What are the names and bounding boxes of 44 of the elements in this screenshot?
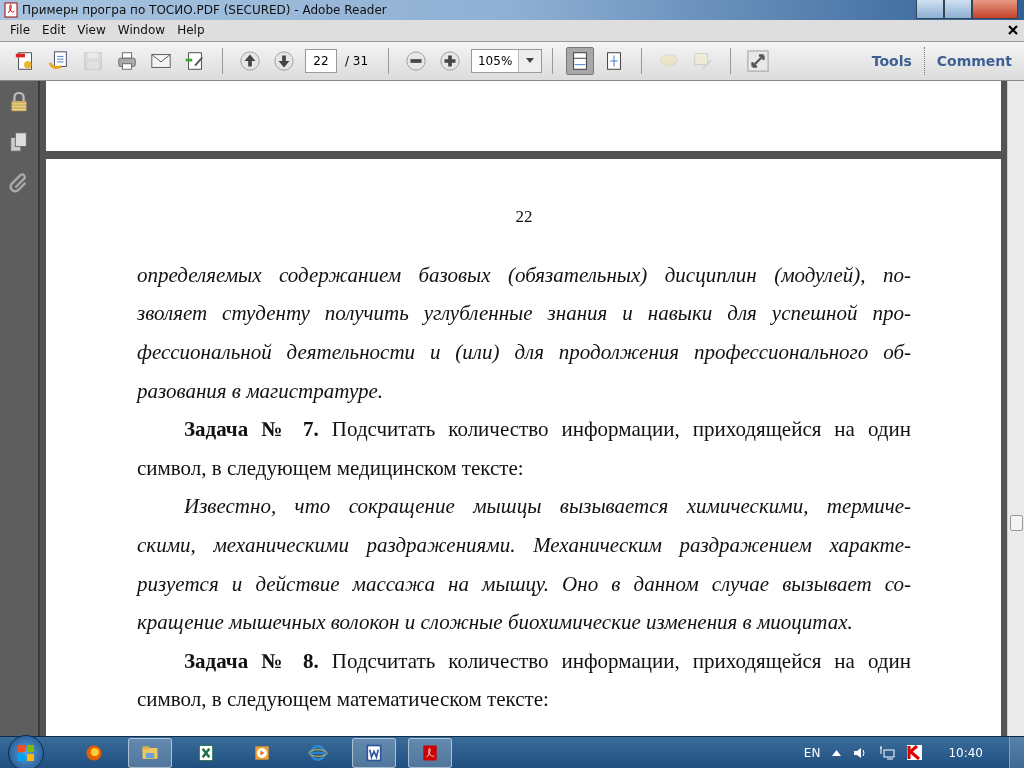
zoom-in-icon [439, 49, 462, 72]
menu-item[interactable]: Window [111, 23, 172, 38]
zoom-dropdown[interactable]: 105% [471, 48, 543, 73]
menu-item[interactable]: File [4, 23, 37, 38]
scroll-thumb[interactable] [1010, 514, 1023, 531]
pane-link[interactable]: Tools [859, 52, 924, 69]
caret-icon[interactable] [832, 749, 842, 756]
start-button[interactable] [8, 734, 44, 768]
clock[interactable]: 10:40 [948, 745, 983, 760]
minimize-button[interactable] [916, 0, 944, 19]
paragraph: Известно, что сокращение мышцы вызывается химическими, термиче- скими, механическими раздражениями. Механическим раздражением характе- ризуется и действие массажа на мышцу. Оно в данном случае вызывает со- кращение мышечных волокон и сложные биохимические изменения в миоцитах. [137, 493, 911, 637]
taskbar-button[interactable] [128, 737, 172, 768]
pages-icon[interactable] [8, 130, 30, 153]
taskbar-button[interactable] [408, 737, 452, 768]
menu-item[interactable]: Help [171, 23, 211, 38]
language-indicator[interactable]: EN [803, 745, 821, 760]
page-number: 22 [514, 206, 534, 227]
document-w-icon [364, 742, 384, 763]
pane-link[interactable]: Comment [924, 52, 1024, 69]
expand-arrows-icon [747, 49, 770, 72]
paragraph: Задача № 8. Подсчитать количество информации, приходящейся на один символ, в следующем математическом тексте: [137, 647, 911, 714]
paragraph: Задача № 7. Подсчитать количество информации, приходящейся на один символ, в следующем медицинском тексте: [137, 416, 911, 482]
taskbar-button[interactable] [352, 737, 396, 768]
menu-item[interactable]: View [71, 23, 112, 38]
window-title: Примерн програ по ТОСИО.PDF (SECURED) - Adobe Reader [22, 2, 388, 17]
pdf-document-icon [4, 1, 18, 18]
printer-icon [116, 49, 138, 72]
caret-icon [526, 58, 535, 64]
network-icon[interactable] [879, 745, 896, 760]
close-button[interactable] [972, 0, 1018, 19]
page-count: / 31 [345, 53, 369, 68]
spreadsheet-icon [196, 742, 216, 763]
speaker-icon[interactable] [853, 745, 868, 760]
scrollbar[interactable] [1007, 80, 1024, 736]
page-number-field[interactable]: 22 [305, 48, 337, 73]
fit-page-button[interactable] [566, 46, 595, 75]
close-icon[interactable] [1008, 25, 1018, 36]
document-pen-icon [184, 49, 206, 72]
zoom-out-icon [405, 49, 428, 72]
menu-item[interactable]: Edit [36, 23, 72, 38]
folder-document-icon [48, 49, 70, 72]
windows-logo-icon [17, 743, 35, 762]
paragraph: определяемых содержанием базовых (обязательных) дисциплин (модулей), по- зволяет студенту получить углубленные знания и навыки для успешной про- фессиональной деятельности и (или) для продолжения профессионального об- разования в магистратуре. [137, 261, 911, 405]
restore-button[interactable] [944, 0, 972, 19]
